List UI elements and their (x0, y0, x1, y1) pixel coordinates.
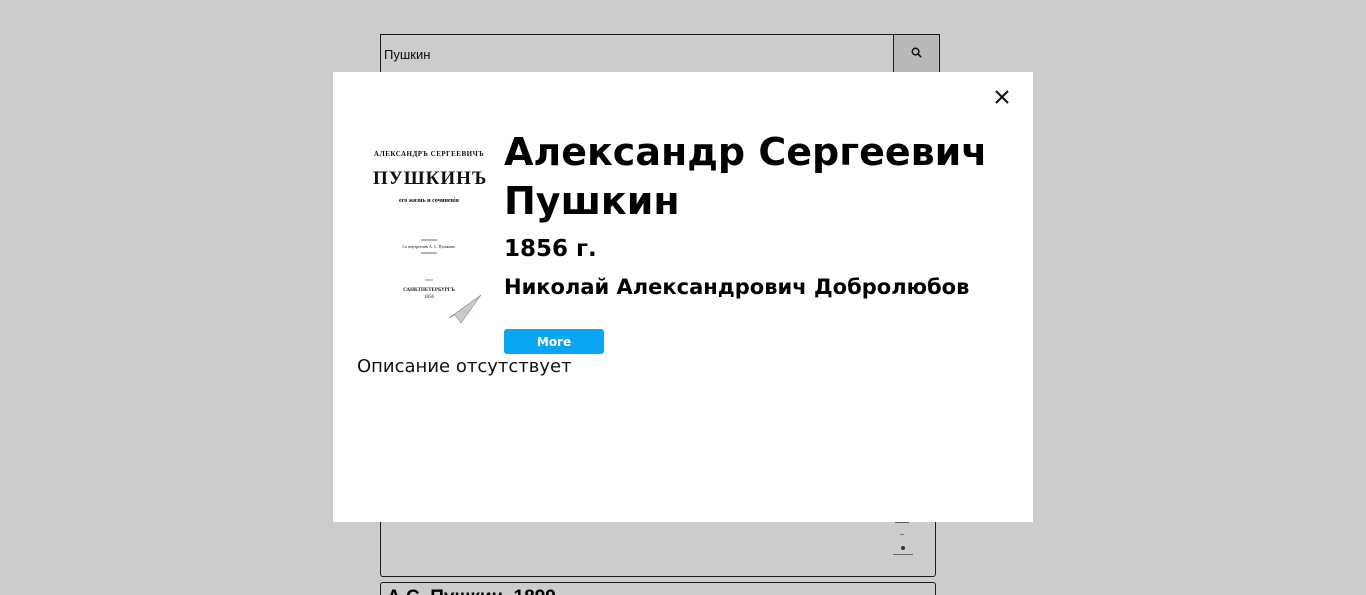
book-title: Александр Сергеевич Пушкин (504, 130, 988, 223)
close-icon (995, 90, 1009, 104)
book-description: Описание отсутствует (357, 356, 572, 377)
page: А.С. Пушкин. 1899 АЛЕКСАНДРЪ СЕРГЕЕВИЧЪ … (0, 0, 1366, 595)
close-button[interactable] (993, 88, 1011, 106)
book-modal: АЛЕКСАНДРЪ СЕРГЕЕВИЧЪ ПУШКИНЪ его жизнь … (333, 72, 1033, 522)
book-year: 1856 г. (504, 236, 597, 262)
more-button[interactable]: More (504, 329, 604, 354)
cover-decoration (421, 239, 482, 324)
book-author[interactable]: Николай Александрович Добролюбов (504, 275, 969, 299)
book-cover: АЛЕКСАНДРЪ СЕРГЕЕВИЧЪ ПУШКИНЪ его жизнь … (373, 130, 486, 330)
